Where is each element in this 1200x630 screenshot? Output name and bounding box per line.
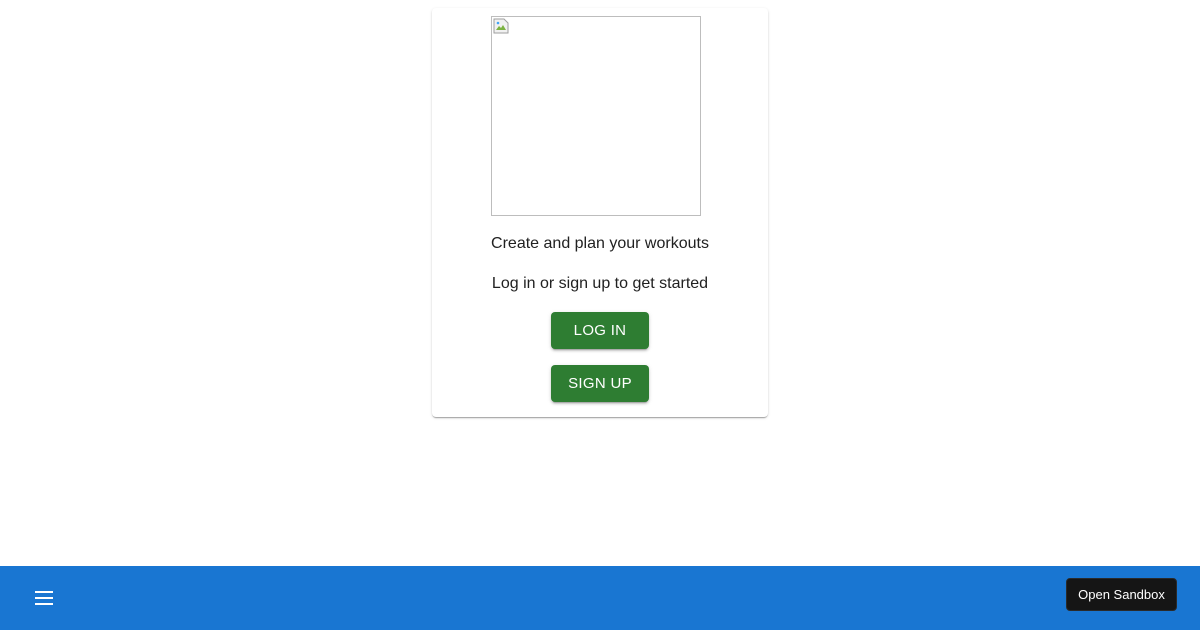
- get-started-text: Log in or sign up to get started: [491, 275, 709, 292]
- broken-image-icon: [493, 18, 509, 34]
- open-sandbox-button[interactable]: Open Sandbox: [1066, 578, 1177, 611]
- signup-button[interactable]: SIGN UP: [551, 365, 649, 402]
- menu-icon: [35, 591, 53, 605]
- page: Create and plan your workouts Log in or …: [0, 0, 1200, 630]
- login-button[interactable]: LOG IN: [551, 312, 649, 349]
- welcome-card: Create and plan your workouts Log in or …: [432, 8, 768, 417]
- menu-button[interactable]: [24, 578, 64, 618]
- bottom-app-bar: Open Sandbox: [0, 566, 1200, 630]
- tagline-text: Create and plan your workouts: [491, 235, 709, 252]
- hero-image: [491, 16, 701, 216]
